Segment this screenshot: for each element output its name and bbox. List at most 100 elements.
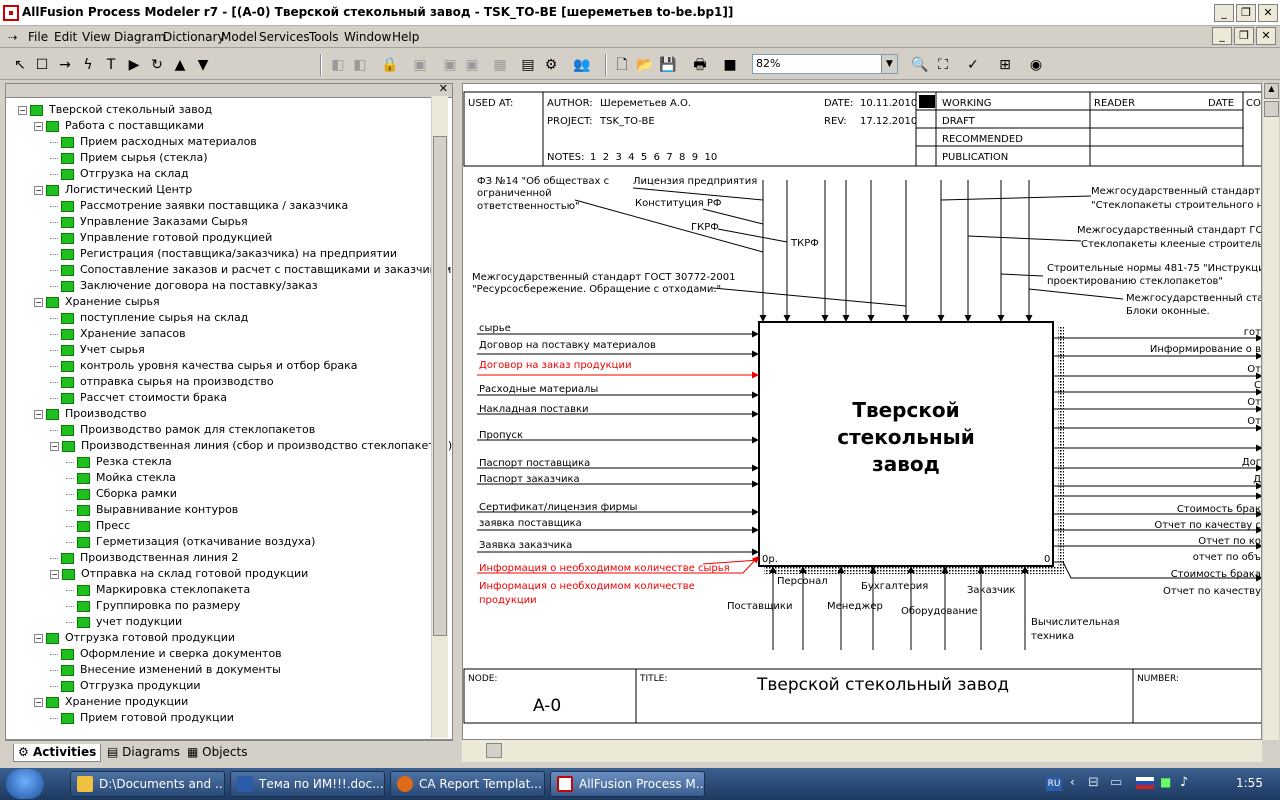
tree-node[interactable]: Герметизация (откачивание воздуха) — [66, 534, 315, 550]
menu-dictionary[interactable]: Dictionary — [163, 30, 225, 44]
collapse-toggle-icon[interactable]: − — [34, 633, 43, 643]
rotate-icon[interactable]: ↻ — [147, 55, 167, 75]
arrow-tool-icon[interactable]: → — [55, 55, 75, 75]
save-icon[interactable]: 💾 — [658, 55, 678, 75]
menu-tools[interactable]: Tools — [309, 30, 339, 44]
mdi-restore-button[interactable]: ❐ — [1234, 27, 1254, 45]
taskbar-item-allfusion[interactable]: AllFusion Process M... — [550, 771, 705, 797]
volume-icon[interactable]: ♪ — [1180, 775, 1188, 790]
print-icon[interactable]: 🖶 — [690, 55, 710, 75]
menu-diagram[interactable]: Diagram — [114, 30, 166, 44]
model-explorer-icon[interactable]: ▤ — [518, 55, 538, 75]
tree-node[interactable]: Управление Заказами Сырья — [50, 214, 248, 230]
tree-node[interactable]: Прием сырья (стекла) — [50, 150, 208, 166]
collapse-toggle-icon[interactable]: − — [34, 185, 43, 195]
collapse-toggle-icon[interactable]: − — [50, 569, 59, 579]
tree-node[interactable]: Производственная линия 2 — [50, 550, 238, 566]
collapse-toggle-icon[interactable]: − — [34, 697, 43, 707]
spellcheck-icon[interactable]: ✓ — [963, 55, 983, 75]
tree-node[interactable]: − Логистический Центр — [34, 182, 192, 198]
zoom-select[interactable]: 82% ▼ — [752, 54, 898, 74]
tree-node[interactable]: Регистрация (поставщика/заказчика) на пр… — [50, 246, 397, 262]
flag-icon[interactable] — [1136, 777, 1154, 789]
model-icon[interactable]: ◉ — [1026, 55, 1046, 75]
tab-activities[interactable]: ⚙ Activities — [13, 744, 102, 762]
tree-node[interactable]: − Хранение сырья — [34, 294, 160, 310]
taskbar-item-explorer[interactable]: D:\Documents and ... — [70, 771, 225, 797]
app-tray-icon[interactable]: ■ — [1160, 775, 1171, 789]
tree-node[interactable]: контроль уровня качества сырья и отбор б… — [50, 358, 358, 374]
tree-node[interactable]: Заключение договора на поставку/заказ — [50, 278, 318, 294]
people-icon[interactable]: 👥 — [572, 55, 592, 75]
hierarchy-icon[interactable]: ⊞ — [995, 55, 1015, 75]
menu-help[interactable]: Help — [392, 30, 419, 44]
tree-node[interactable]: Отгрузка продукции — [50, 678, 201, 694]
open-folder-icon[interactable]: 📂 — [635, 55, 655, 75]
tray-expand-icon[interactable]: ‹ — [1070, 775, 1075, 789]
canvas-horizontal-scrollbar[interactable] — [462, 740, 1262, 762]
collapse-toggle-icon[interactable]: − — [34, 121, 43, 131]
h-scroll-thumb[interactable] — [486, 743, 502, 758]
start-button[interactable] — [6, 769, 44, 799]
scroll-thumb[interactable] — [1264, 101, 1279, 117]
minimize-button[interactable]: _ — [1214, 4, 1234, 22]
tree-node[interactable]: Выравнивание контуров — [66, 502, 238, 518]
canvas-vertical-scrollbar[interactable]: ▲ — [1262, 83, 1279, 740]
tree-node[interactable]: Внесение изменений в документы — [50, 662, 281, 678]
display-icon[interactable]: ▭ — [1110, 775, 1122, 790]
tree-node[interactable]: Оформление и сверка документов — [50, 646, 282, 662]
tree-node[interactable]: − Работа с поставщиками — [34, 118, 204, 134]
collapse-toggle-icon[interactable]: − — [34, 409, 43, 419]
menu-window[interactable]: Window — [344, 30, 391, 44]
tab-objects[interactable]: ▦ Objects — [183, 744, 252, 762]
collapse-toggle-icon[interactable]: − — [18, 105, 27, 115]
tree-node[interactable]: − Отгрузка готовой продукции — [34, 630, 235, 646]
tree-node[interactable]: Сборка рамки — [66, 486, 177, 502]
menu-view[interactable]: View — [82, 30, 110, 44]
tree-node[interactable]: Хранение запасов — [50, 326, 186, 342]
tree-scrollbar[interactable] — [431, 96, 448, 738]
zoom-icon[interactable]: 🔍 — [910, 55, 930, 75]
tree-node[interactable]: поступление сырья на склад — [50, 310, 248, 326]
box-tool-icon[interactable]: ☐ — [32, 55, 52, 75]
tree-node[interactable]: Мойка стекла — [66, 470, 176, 486]
tree-node[interactable]: Прием расходных материалов — [50, 134, 257, 150]
triangle-up-icon[interactable]: ▲ — [170, 55, 190, 75]
pointer-tool-icon[interactable]: ↖ — [10, 55, 30, 75]
doc-menu-icon[interactable]: ⇢ — [8, 31, 17, 44]
properties-icon[interactable]: ⚙ — [541, 55, 561, 75]
diagram-canvas[interactable]: USED AT: AUTHOR: Шереметьев А.О. PROJECT… — [462, 83, 1262, 740]
tree-node[interactable]: отправка сырья на производство — [50, 374, 274, 390]
new-file-icon[interactable]: 🗋 — [612, 55, 632, 75]
taskbar-item-word[interactable]: Тема по ИМ!!!.doc... — [230, 771, 385, 797]
tree-node[interactable]: − Хранение продукции — [34, 694, 188, 710]
mdi-close-button[interactable]: ✕ — [1256, 27, 1276, 45]
close-button[interactable]: ✕ — [1258, 4, 1278, 22]
tree-node[interactable]: Рассчет стоимости брака — [50, 390, 227, 406]
scroll-up-icon[interactable]: ▲ — [1264, 83, 1279, 99]
tree-node[interactable]: − Производство — [34, 406, 146, 422]
tree-node[interactable]: Пресс — [66, 518, 130, 534]
language-indicator[interactable]: RU — [1046, 777, 1062, 791]
tree-node[interactable]: − Тверской стекольный завод — [18, 102, 212, 118]
zoom-fit-icon[interactable]: ⛶ — [933, 55, 953, 75]
tree-node[interactable]: − Отправка на склад готовой продукции — [50, 566, 308, 582]
chevron-down-icon[interactable]: ▼ — [881, 55, 897, 73]
close-pane-icon[interactable]: ✕ — [439, 84, 448, 95]
maximize-button[interactable]: ❐ — [1236, 4, 1256, 22]
tree-node[interactable]: − Производственная линия (сбор и производ… — [50, 438, 452, 454]
color-icon[interactable]: ■ — [720, 55, 740, 75]
tree-node[interactable]: Производство рамок для стеклопакетов — [50, 422, 315, 438]
network-icon[interactable]: ⊟ — [1088, 775, 1099, 790]
triangle-down-icon[interactable]: ▼ — [193, 55, 213, 75]
tree-node[interactable]: Управление готовой продукцией — [50, 230, 272, 246]
tab-diagrams[interactable]: ▤ Diagrams — [103, 744, 184, 762]
menu-file[interactable]: File — [28, 30, 48, 44]
tree-node[interactable]: Резка стекла — [66, 454, 172, 470]
tree-node[interactable]: учет подукции — [66, 614, 182, 630]
menu-model[interactable]: Model — [221, 30, 257, 44]
menu-edit[interactable]: Edit — [54, 30, 77, 44]
tree-node[interactable]: Маркировка стеклопакета — [66, 582, 250, 598]
text-tool-icon[interactable]: T — [101, 55, 121, 75]
squiggle-tool-icon[interactable]: ϟ — [78, 55, 98, 75]
